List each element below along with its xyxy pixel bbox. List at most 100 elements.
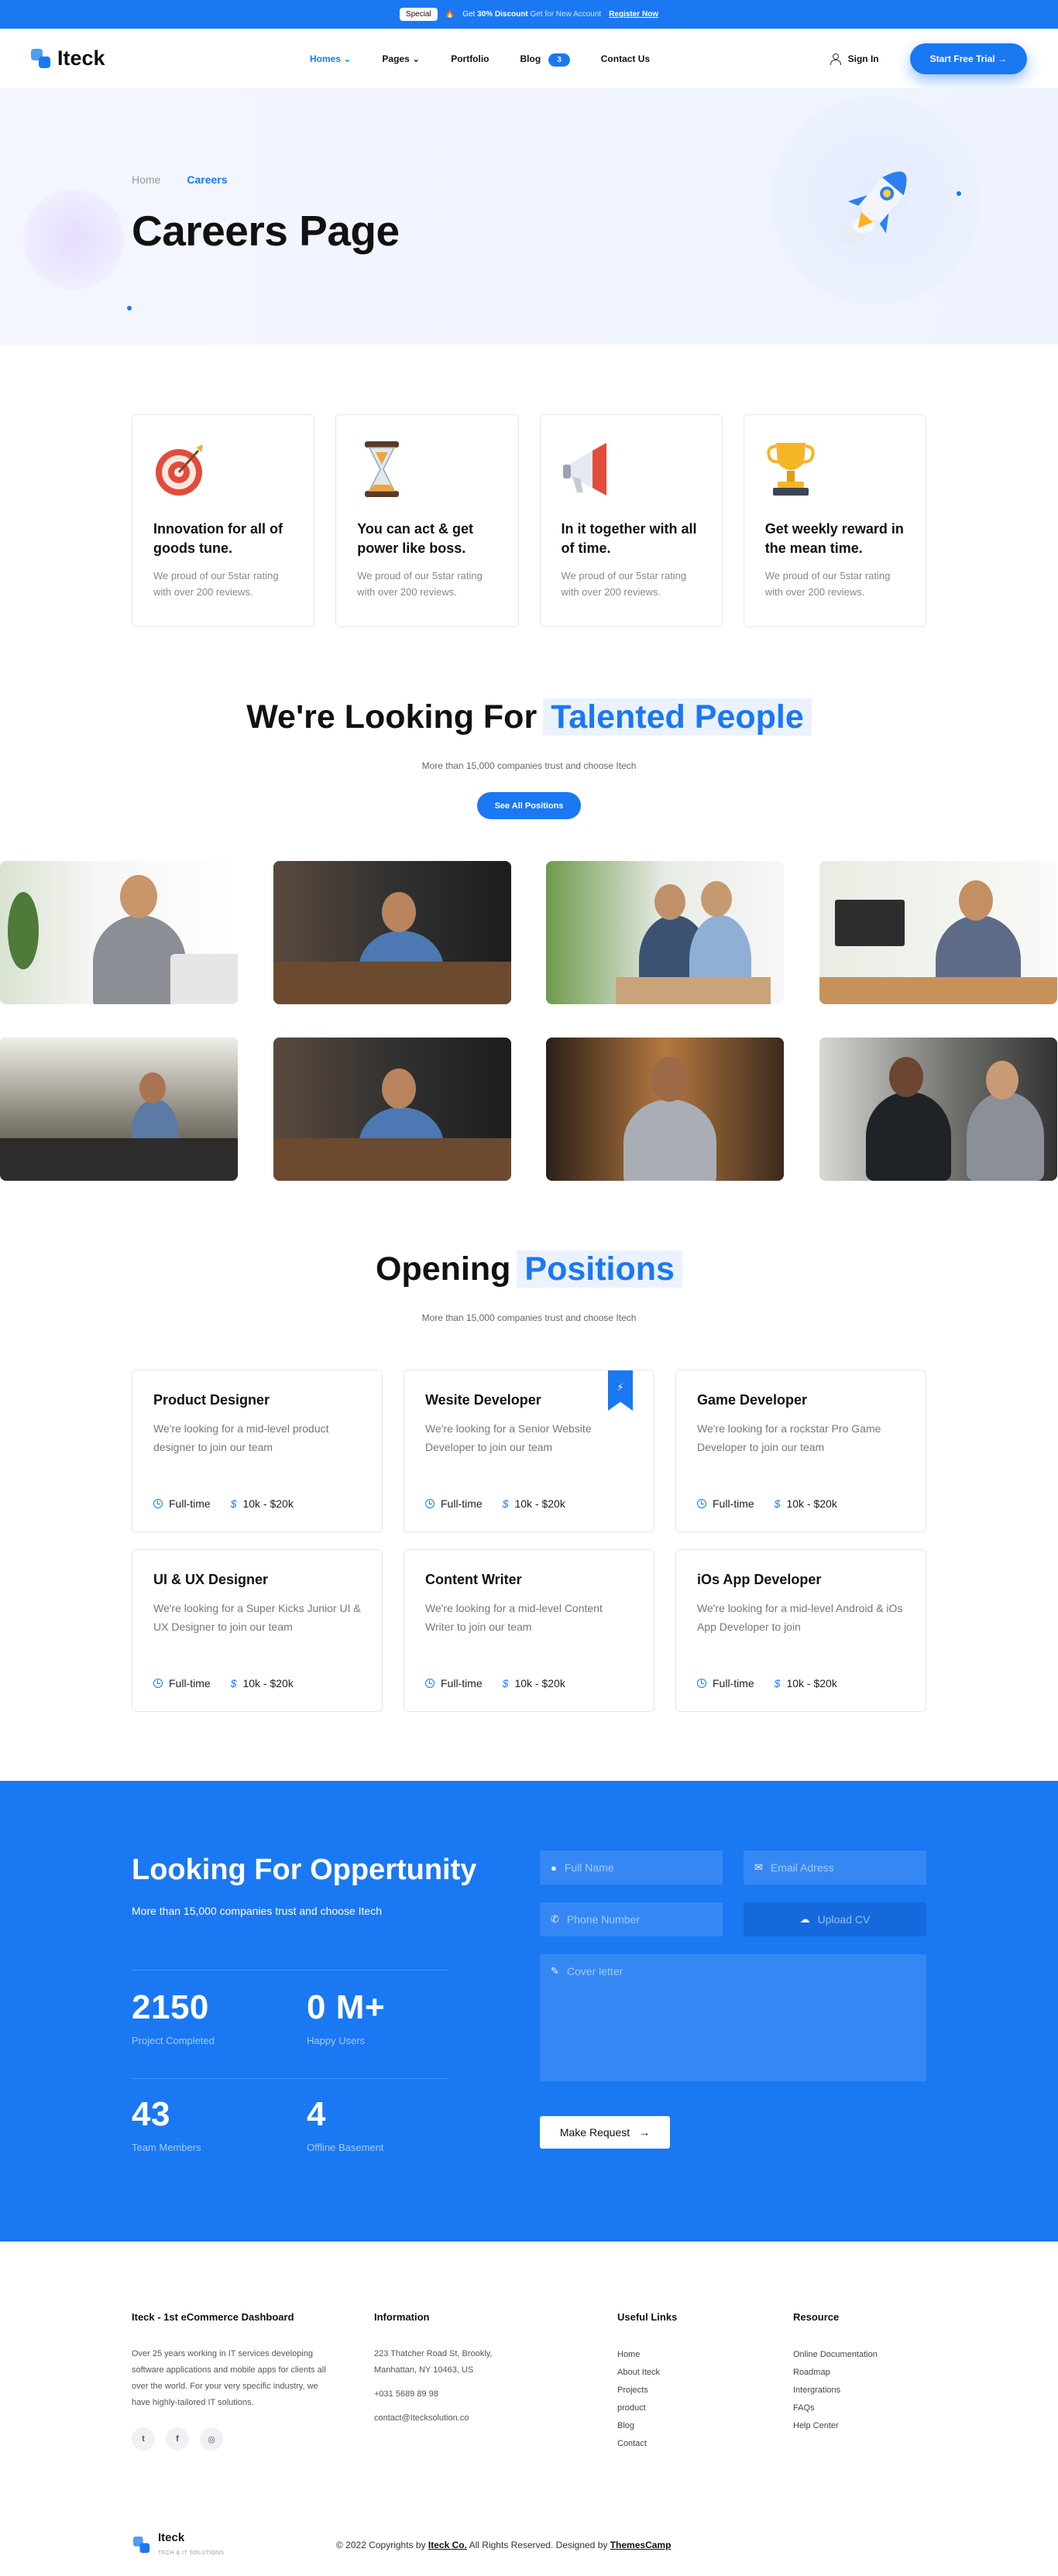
footer-resource-link[interactable]: Help Center	[793, 2417, 926, 2435]
footer-resource-link[interactable]: FAQs	[793, 2399, 926, 2417]
job-title: UI & UX Designer	[153, 1572, 269, 1587]
team-photo	[0, 861, 238, 1004]
footer-about: Iteck - 1st eCommerce Dashboard Over 25 …	[132, 2311, 333, 2411]
job-card[interactable]: Game Developer We're looking for a rocks…	[675, 1370, 926, 1532]
feature-title: Get weekly reward in the mean time.	[764, 521, 904, 556]
copyright: © 2022 Copyrights by Iteck Co. All Right…	[336, 2539, 672, 2550]
footer-resources: Resource Online Documentation Roadmap In…	[793, 2311, 926, 2435]
job-title: Wesite Developer	[425, 1392, 541, 1408]
brand-logo[interactable]: Iteck	[31, 46, 105, 70]
nav-portfolio[interactable]: Portfolio	[451, 53, 489, 64]
header-actions: Sign In Start Free Trial →	[830, 29, 1027, 88]
make-request-button[interactable]: Make Request →	[540, 2116, 670, 2149]
feature-card: Innovation for all of goods tune. We pro…	[132, 414, 315, 627]
social-links: t f ◎	[132, 2427, 223, 2451]
full-name-input[interactable]: ● Full Name	[540, 1851, 723, 1885]
trophy-icon	[767, 443, 815, 496]
job-card[interactable]: Product Designer We're looking for a mid…	[132, 1370, 383, 1532]
footer-email[interactable]: contact@Itecksolution.co	[374, 2410, 529, 2427]
job-card[interactable]: iOs App Developer We're looking for a mi…	[675, 1549, 926, 1712]
job-salary: $10k - $20k	[774, 1677, 837, 1689]
footer-link[interactable]: product	[617, 2399, 741, 2417]
dollar-icon: $	[230, 1677, 237, 1689]
team-photo	[273, 1038, 511, 1181]
footer-link[interactable]: About Iteck	[617, 2364, 741, 2382]
job-list: Product Designer We're looking for a mid…	[132, 1370, 926, 1712]
footer-link[interactable]: Projects	[617, 2382, 741, 2399]
nav-pages[interactable]: Pages ⌄	[382, 53, 420, 64]
footer-link[interactable]: Home	[617, 2346, 741, 2364]
facebook-icon[interactable]: f	[166, 2427, 189, 2451]
breadcrumb-current: Careers	[187, 173, 228, 186]
special-tag: Special	[399, 8, 438, 21]
copyright-brand-link[interactable]: Iteck Co.	[428, 2540, 467, 2550]
register-now-link[interactable]: Register Now	[609, 10, 658, 19]
stat-offline: 4 Offline Basement	[307, 2095, 384, 2153]
chevron-down-icon: ⌄	[343, 53, 352, 64]
footer-heading: Useful Links	[617, 2311, 678, 2323]
job-title: iOs App Developer	[697, 1572, 822, 1587]
site-header: Iteck Homes ⌄ Pages ⌄ Portfolio Blog 3 Co…	[0, 29, 1058, 88]
footer-about-text: Over 25 years working in IT services dev…	[132, 2349, 326, 2407]
footer-link[interactable]: Contact	[617, 2435, 741, 2453]
features-row: Innovation for all of goods tune. We pro…	[132, 414, 926, 627]
sign-in-link[interactable]: Sign In	[830, 53, 879, 65]
nav-blog[interactable]: Blog 3	[520, 53, 570, 67]
footer-heading: Iteck - 1st eCommerce Dashboard	[132, 2311, 294, 2323]
job-description: We're looking for a Super Kicks Junior U…	[153, 1602, 361, 1633]
job-description: We're looking for a mid-level Content Wr…	[425, 1602, 603, 1633]
job-description: We're looking for a mid-level product de…	[153, 1422, 329, 1453]
chevron-down-icon: ⌄	[412, 53, 421, 64]
site-footer: Iteck - 1st eCommerce Dashboard Over 25 …	[0, 2242, 1058, 2576]
dollar-icon: $	[774, 1497, 781, 1510]
footer-resource-link[interactable]: Roadmap	[793, 2364, 926, 2382]
job-salary: $10k - $20k	[774, 1497, 837, 1510]
see-all-positions-button[interactable]: See All Positions	[477, 792, 581, 819]
clock-icon	[425, 1679, 435, 1688]
nav-homes[interactable]: Homes ⌄	[310, 53, 351, 64]
announcement-bar: Special 🔥 Get 30% Discount Get for New A…	[0, 0, 1058, 29]
cover-letter-textarea[interactable]: ✎ Cover letter	[540, 1954, 926, 2081]
email-input[interactable]: ✉ Email Adress	[744, 1851, 926, 1885]
phone-icon: ✆	[551, 1913, 559, 1925]
brand-name: Iteck	[57, 46, 105, 70]
twitter-icon[interactable]: t	[132, 2427, 155, 2451]
start-free-trial-button[interactable]: Start Free Trial →	[909, 43, 1027, 74]
discount-icon: 🔥	[445, 10, 455, 19]
phone-input[interactable]: ✆ Phone Number	[540, 1902, 723, 1936]
job-description: We're looking for a rockstar Pro Game De…	[697, 1422, 881, 1453]
footer-link[interactable]: Blog	[617, 2417, 741, 2435]
upload-cv-button[interactable]: ☁ Upload CV	[744, 1902, 926, 1936]
main-nav: Homes ⌄ Pages ⌄ Portfolio Blog 3 Contact …	[310, 29, 650, 88]
footer-address: 223 Thatcher Road St, Brookly, Manhattan…	[374, 2349, 493, 2375]
footer-resource-link[interactable]: Intergrations	[793, 2382, 926, 2399]
job-card[interactable]: ⚡ Wesite Developer We're looking for a S…	[404, 1370, 654, 1532]
hourglass-icon	[365, 441, 400, 497]
job-card[interactable]: Content Writer We're looking for a mid-l…	[404, 1549, 654, 1712]
page-title: Careers Page	[132, 207, 400, 255]
breadcrumb-home[interactable]: Home	[132, 173, 160, 186]
feature-text: We proud of our 5star rating with over 2…	[561, 570, 687, 598]
footer-resource-link[interactable]: Online Documentation	[793, 2346, 926, 2364]
job-description: We're looking for a mid-level Android & …	[697, 1602, 903, 1633]
clock-icon	[153, 1499, 163, 1508]
job-type: Full-time	[697, 1497, 754, 1510]
job-salary: $10k - $20k	[230, 1497, 294, 1510]
job-type: Full-time	[153, 1497, 211, 1510]
job-card[interactable]: UI & UX Designer We're looking for a Sup…	[132, 1549, 383, 1712]
designer-link[interactable]: ThemesCamp	[610, 2540, 672, 2550]
instagram-icon[interactable]: ◎	[200, 2427, 223, 2451]
talent-heading: We're Looking For Talented People	[0, 698, 1058, 736]
footer-logo[interactable]: Iteck TECH & IT SOLUTIONS	[132, 2531, 225, 2558]
decorative-dot	[127, 306, 132, 310]
clock-icon	[153, 1679, 163, 1688]
job-salary: $10k - $20k	[502, 1677, 565, 1689]
feature-text: We proud of our 5star rating with over 2…	[357, 570, 483, 598]
nav-contact[interactable]: Contact Us	[601, 53, 650, 64]
footer-tagline: TECH & IT SOLUTIONS	[158, 2550, 225, 2556]
footer-bottom: Iteck TECH & IT SOLUTIONS © 2022 Copyrigh…	[132, 2531, 926, 2558]
divider	[132, 2078, 449, 2079]
footer-phone[interactable]: +031 5689 89 98	[374, 2386, 529, 2403]
clock-icon	[697, 1499, 706, 1508]
job-type: Full-time	[697, 1677, 754, 1689]
